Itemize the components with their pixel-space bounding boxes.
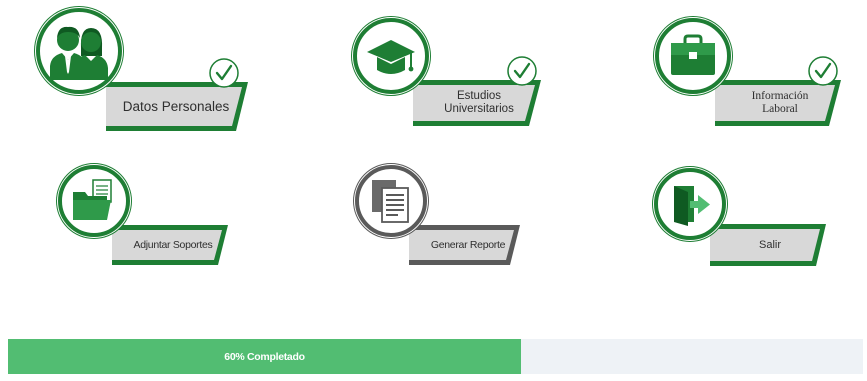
exit-door-icon [674,186,710,226]
icon-circle [353,18,429,94]
tile-estudios-universitarios[interactable]: Estudios Universitarios [353,18,543,130]
tile-informacion-laboral[interactable]: Información Laboral [655,18,843,130]
progress-bar: 60% Completado [8,339,863,374]
folder-icon [73,179,112,220]
icon-circle [355,165,427,237]
icon-circle [655,18,731,94]
icon-circle [654,168,726,240]
check-icon [507,56,537,86]
tile-label: Salir [758,238,781,251]
check-icon [209,58,239,88]
users-icon [50,26,108,80]
tile-label: Datos Personales [122,99,230,115]
check-icon [808,56,838,86]
icon-circle [36,8,122,94]
tile-label: Generar Reporte [430,238,506,251]
briefcase-icon [671,34,715,75]
document-icon [372,180,409,223]
tile-salir[interactable]: Salir [654,168,826,268]
progress-label: 60% Completado [224,350,305,363]
tile-label: Estudios Universitarios [444,89,514,115]
tile-datos-personales[interactable]: Datos Personales [36,8,248,133]
tile-generar-reporte[interactable]: Generar Reporte [355,165,520,265]
graduation-cap-icon [367,40,415,74]
progress-bar-fill: 60% Completado [8,339,521,374]
icon-circle [58,165,130,237]
tile-label: Información Laboral [751,89,809,115]
tile-adjuntar-soportes[interactable]: Adjuntar Soportes [58,165,228,265]
tile-label: Adjuntar Soportes [133,238,213,251]
